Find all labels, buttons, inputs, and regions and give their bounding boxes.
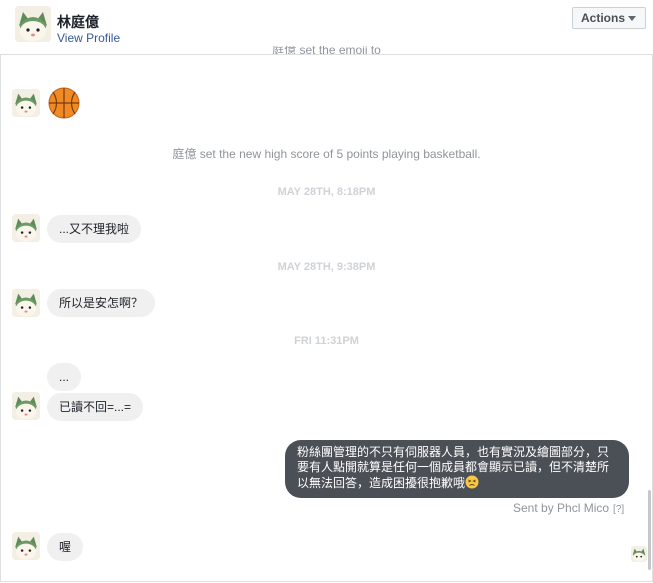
- system-message-cutoff: 庭億 set the emoji to: [272, 46, 381, 54]
- actions-label: Actions: [581, 11, 626, 25]
- cat-avatar-icon[interactable]: [12, 89, 40, 117]
- incoming-message-bubble[interactable]: 已讀不回=...=: [47, 393, 144, 421]
- actions-button[interactable]: Actions: [572, 7, 646, 29]
- scrollbar-thumb[interactable]: [648, 490, 651, 570]
- caret-down-icon: [628, 16, 636, 21]
- timestamp: MAY 28TH, 8:18PM: [277, 186, 376, 198]
- timestamp: MAY 28TH, 9:38PM: [277, 261, 376, 273]
- timestamp: FRI 11:31PM: [294, 335, 359, 347]
- system-message-high-score: 庭億 set the new high score of 5 points pl…: [172, 147, 481, 161]
- cat-avatar-icon[interactable]: [12, 289, 40, 317]
- cat-avatar-icon[interactable]: [12, 532, 40, 560]
- cat-avatar-icon[interactable]: [15, 6, 51, 42]
- incoming-message-bubble[interactable]: 喔: [47, 533, 84, 561]
- cat-avatar-icon[interactable]: [12, 392, 40, 420]
- basketball-emoji-icon: [48, 87, 80, 119]
- sent-by-label: Sent by Phcl Mico [?]: [513, 501, 625, 515]
- read-receipt-avatar-icon: [631, 546, 647, 562]
- contact-name[interactable]: 林庭億: [57, 12, 99, 32]
- outgoing-message-text: 粉絲團管理的不只有伺服器人員，也有實況及繪圖部分，只要有人點開就算是任何一個成員…: [297, 445, 610, 490]
- view-profile-link[interactable]: View Profile: [57, 31, 120, 45]
- incoming-message-bubble[interactable]: ...又不理我啦: [47, 215, 142, 243]
- sent-by-help-link[interactable]: [?]: [613, 504, 624, 515]
- cat-avatar-icon[interactable]: [12, 214, 40, 242]
- incoming-message-bubble[interactable]: ...: [47, 363, 82, 391]
- incoming-message-bubble[interactable]: 所以是安怎啊？: [47, 289, 156, 317]
- outgoing-message-bubble[interactable]: 粉絲團管理的不只有伺服器人員，也有實況及繪圖部分，只要有人點開就算是任何一個成員…: [285, 440, 629, 498]
- persevering-face-emoji-icon: [465, 475, 479, 489]
